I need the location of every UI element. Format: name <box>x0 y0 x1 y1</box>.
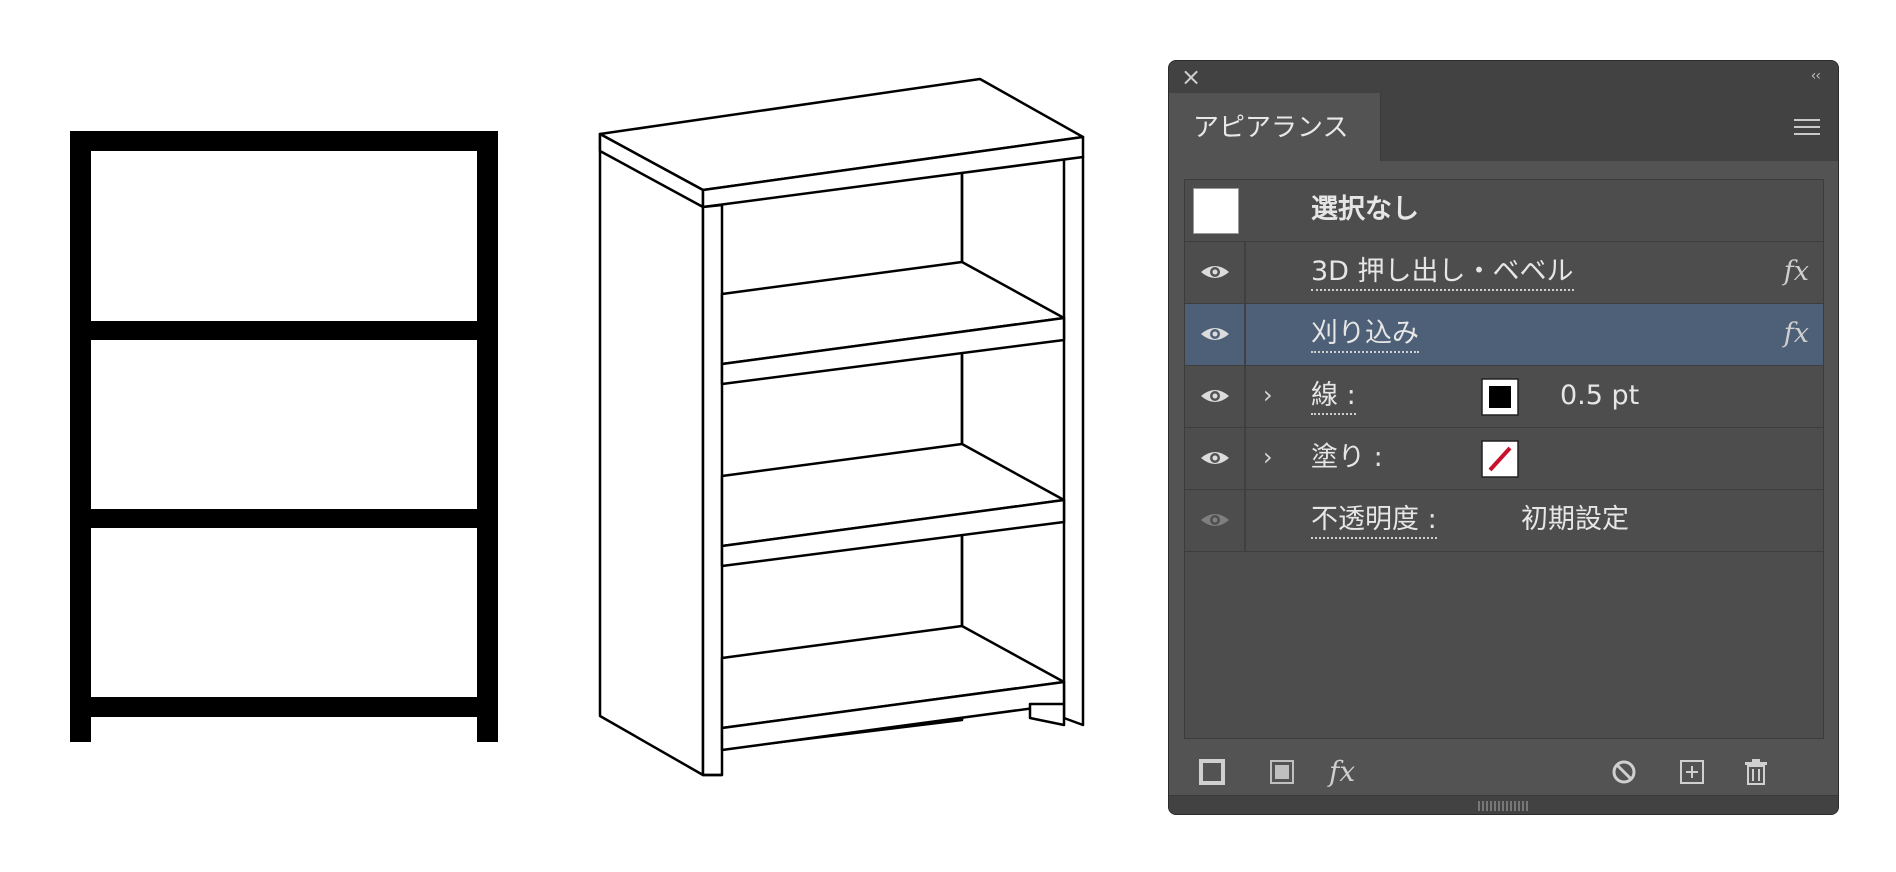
fx-icon[interactable]: fx <box>1784 256 1809 288</box>
add-fill-icon[interactable] <box>1267 757 1297 787</box>
add-stroke-icon[interactable] <box>1197 757 1227 787</box>
chevron-right-icon[interactable]: › <box>1263 442 1273 472</box>
collapse-icon[interactable]: ‹‹ <box>1811 67 1821 85</box>
panel-titlebar: × ‹‹ <box>1169 61 1838 93</box>
list-item-selection[interactable]: 選択なし <box>1185 180 1823 242</box>
list-item-3d-extrude[interactable]: 3D 押し出し・ベベル fx <box>1185 242 1823 304</box>
effect-label[interactable]: 刈り込み <box>1311 318 1419 353</box>
tab-appearance-label: アピアランス <box>1193 113 1349 143</box>
list-item-stroke[interactable]: › 線 : 0.5 pt <box>1185 366 1823 428</box>
eye-icon[interactable] <box>1199 386 1231 406</box>
visibility-column <box>1185 366 1246 427</box>
appearance-list: 選択なし 3D 押し出し・ベベル fx 刈り込み fx › 線 : 0.5 pt… <box>1184 179 1824 739</box>
visibility-column <box>1185 490 1246 551</box>
appearance-panel: × ‹‹ アピアランス 選択なし 3D 押し出し・ベベル fx 刈り込み fx … <box>1168 60 1839 815</box>
close-icon[interactable]: × <box>1181 63 1201 91</box>
eye-icon[interactable] <box>1199 448 1231 468</box>
visibility-column <box>1185 304 1246 365</box>
fx-menu-icon[interactable]: fx <box>1329 757 1373 787</box>
list-item-opacity[interactable]: 不透明度 : 初期設定 <box>1185 490 1823 552</box>
stroke-swatch[interactable] <box>1481 378 1519 416</box>
selection-label: 選択なし <box>1311 194 1419 225</box>
fill-swatch-none[interactable] <box>1481 440 1519 478</box>
visibility-column <box>1185 242 1246 303</box>
delete-item-icon[interactable] <box>1741 757 1771 787</box>
stroke-label[interactable]: 線 : <box>1311 380 1356 415</box>
tab-appearance[interactable]: アピアランス <box>1169 93 1381 161</box>
opacity-label[interactable]: 不透明度 : <box>1311 504 1437 539</box>
visibility-column <box>1185 428 1246 489</box>
eye-icon[interactable] <box>1199 262 1231 282</box>
panel-bottom-toolbar: fx <box>1169 749 1838 795</box>
stroke-weight[interactable]: 0.5 pt <box>1560 380 1639 412</box>
list-item-fill[interactable]: › 塗り : <box>1185 428 1823 490</box>
selection-thumbnail <box>1193 188 1239 234</box>
panel-menu-icon[interactable] <box>1794 119 1820 137</box>
resize-grip-icon[interactable] <box>1477 801 1530 811</box>
eye-icon[interactable] <box>1199 324 1231 344</box>
eye-icon[interactable] <box>1199 510 1231 530</box>
opacity-value: 初期設定 <box>1521 504 1629 535</box>
panel-tabstrip: アピアランス <box>1169 93 1838 161</box>
list-item-crop[interactable]: 刈り込み fx <box>1185 304 1823 366</box>
chevron-right-icon[interactable]: › <box>1263 380 1273 410</box>
fill-label: 塗り : <box>1311 442 1383 473</box>
duplicate-item-icon[interactable] <box>1677 757 1707 787</box>
effect-label[interactable]: 3D 押し出し・ベベル <box>1311 256 1574 291</box>
panel-resize-strip[interactable] <box>1169 795 1838 814</box>
fx-icon[interactable]: fx <box>1784 318 1809 350</box>
clear-appearance-icon[interactable] <box>1609 757 1639 787</box>
